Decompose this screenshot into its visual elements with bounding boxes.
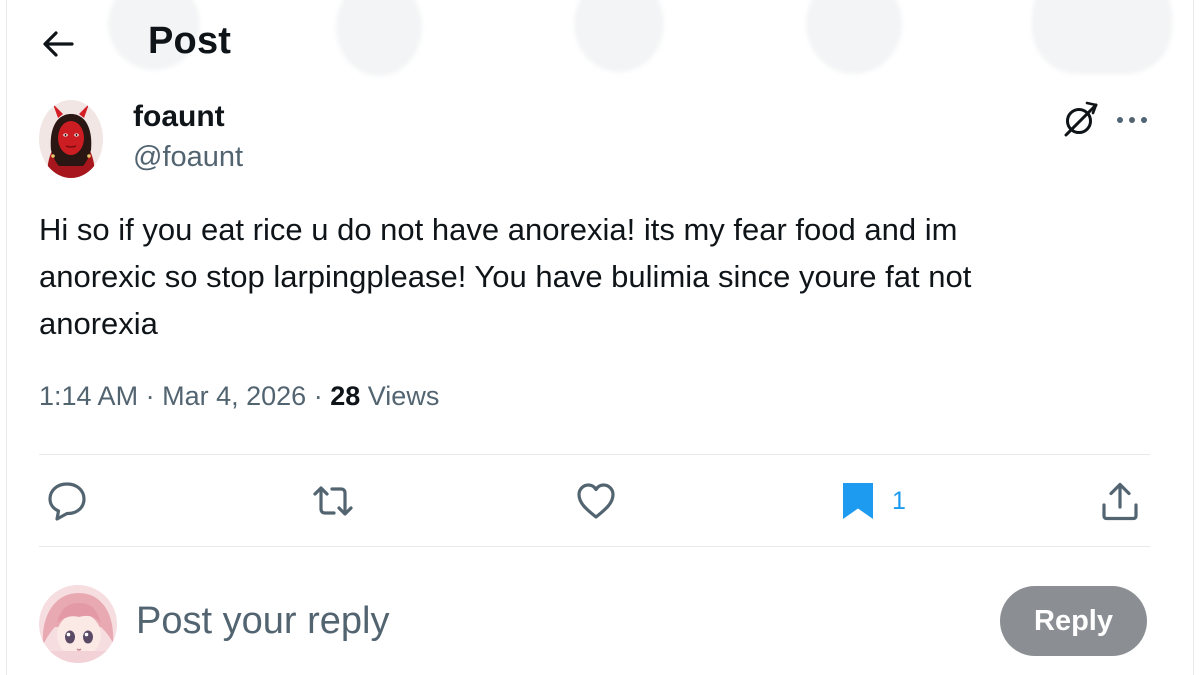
more-options-button[interactable] [1110,100,1154,140]
profile-photo-red-devil [39,100,103,178]
bookmark-count: 1 [892,486,906,515]
post-text: Hi so if you eat rice u do not have anor… [39,212,972,341]
anime-avatar-pink-hair [39,585,117,663]
post-meta: 1:14 AM · Mar 4, 2026 · 28 Views [39,381,439,412]
divider-top [39,454,1150,455]
bookmark-action-button[interactable]: 1 [840,478,906,524]
author-display-name[interactable]: foaunt [133,100,225,134]
current-user-avatar[interactable] [39,585,117,663]
author-avatar[interactable] [39,100,103,178]
arrow-left-icon [43,31,74,57]
speech-bubble-icon [48,482,86,521]
reply-input[interactable] [136,592,956,650]
more-horizontal-icon [1117,117,1147,123]
grok-icon [1064,101,1098,137]
share-action-button[interactable] [1098,478,1142,524]
post-date[interactable]: Mar 4, 2026 [162,381,306,411]
repost-icon [313,486,353,516]
author-handle[interactable]: @foaunt [133,141,243,174]
page-title: Post [148,20,232,62]
post-time[interactable]: 1:14 AM [39,381,138,411]
views-label: Views [367,381,440,411]
share-upload-icon [1102,482,1138,521]
meta-separator: · [145,381,155,411]
page-header: Post [0,0,1200,86]
views-count: 28 [330,381,361,411]
back-button[interactable] [38,26,78,62]
grok-button[interactable] [1058,100,1102,140]
bookmark-filled-icon [843,483,873,519]
reply-action-button[interactable] [44,478,90,524]
heart-icon [577,483,615,519]
meta-separator: · [313,381,323,411]
divider-bottom [39,546,1150,547]
reply-submit-button[interactable]: Reply [1000,586,1147,656]
like-action-button[interactable] [574,478,618,524]
repost-action-button[interactable] [310,478,356,524]
